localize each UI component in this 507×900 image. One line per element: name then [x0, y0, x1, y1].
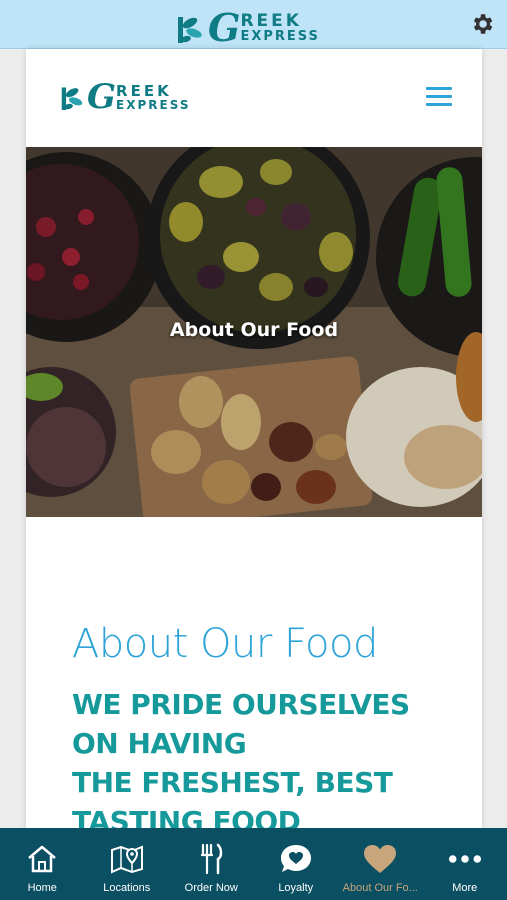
- chat-heart-icon: [279, 842, 313, 876]
- tab-label: Locations: [103, 882, 151, 894]
- tab-order-now[interactable]: Order Now: [169, 828, 254, 900]
- tagline: WE PRIDE OURSELVES ON HAVING THE FRESHES…: [72, 685, 452, 841]
- fork-knife-icon: [194, 842, 228, 876]
- app-logo: G REEK EXPRESS: [176, 5, 320, 50]
- tagline-line: THE FRESHEST, BEST: [72, 766, 393, 799]
- tab-label: Loyalty: [278, 882, 314, 894]
- menu-icon[interactable]: [426, 87, 452, 107]
- bottom-tab-bar: Home Locations Order Now Loyalty About O…: [0, 828, 507, 900]
- tab-home[interactable]: Home: [0, 828, 85, 900]
- home-icon: [25, 842, 59, 876]
- logo-letter: G: [87, 77, 117, 117]
- more-icon: [448, 842, 482, 876]
- tab-label: Home: [27, 882, 57, 894]
- tab-loyalty[interactable]: Loyalty: [254, 828, 339, 900]
- tab-label: Order Now: [184, 882, 238, 894]
- tab-about-our-food[interactable]: About Our Fo...: [338, 828, 423, 900]
- logo-word-bottom: EXPRESS: [116, 97, 191, 112]
- app-top-bar: G REEK EXPRESS: [0, 0, 507, 50]
- heart-icon: [363, 842, 397, 876]
- olive-branch-icon: [61, 87, 83, 110]
- tagline-line: WE PRIDE OURSELVES: [72, 688, 410, 721]
- tagline-line: ON HAVING: [72, 727, 247, 760]
- hero-title: About Our Food: [169, 319, 339, 341]
- tab-locations[interactable]: Locations: [85, 828, 170, 900]
- menu-line: [426, 103, 452, 106]
- gear-icon[interactable]: [469, 11, 495, 37]
- logo-word-bottom: EXPRESS: [240, 28, 320, 44]
- logo-letter: G: [208, 5, 241, 50]
- tab-label: About Our Fo...: [342, 882, 418, 894]
- menu-line: [426, 87, 452, 90]
- menu-line: [426, 95, 452, 98]
- logo-word-top: REEK: [116, 81, 172, 100]
- page-title: About Our Food: [72, 621, 378, 667]
- site-header: G REEK EXPRESS: [26, 49, 482, 147]
- site-logo[interactable]: G REEK EXPRESS: [60, 77, 190, 117]
- map-icon: [110, 842, 144, 876]
- tab-label: More: [452, 882, 478, 894]
- tab-more[interactable]: More: [423, 828, 507, 900]
- web-content: G REEK EXPRESS About Our Food About Our …: [26, 49, 482, 838]
- hero-banner: About Our Food: [26, 147, 482, 517]
- olive-branch-icon: [178, 16, 202, 43]
- logo-word-top: REEK: [240, 10, 302, 31]
